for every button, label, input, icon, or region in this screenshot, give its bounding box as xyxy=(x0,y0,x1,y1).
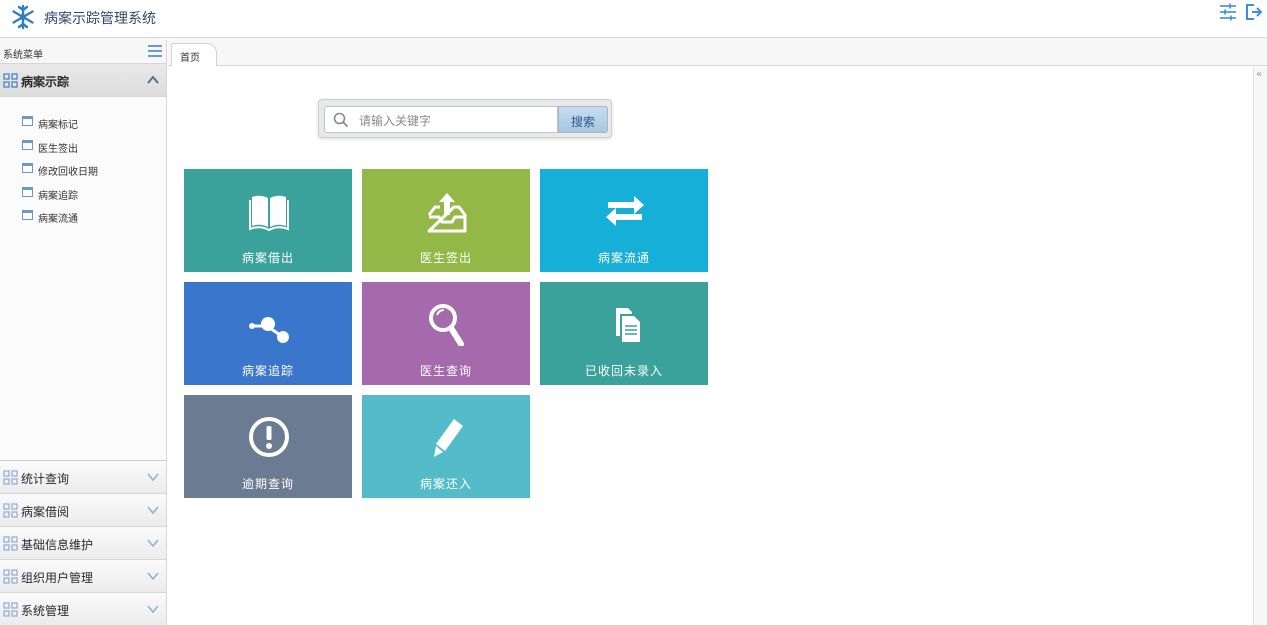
tile-overdue-query[interactable]: 逾期查询 xyxy=(184,395,352,498)
menu-group-org-users[interactable]: 组织用户管理 xyxy=(0,560,166,593)
search-button-label: 搜索 xyxy=(571,115,596,129)
nodes-icon xyxy=(249,317,289,343)
logout-icon[interactable] xyxy=(1244,2,1264,22)
window-icon xyxy=(22,163,33,173)
tile-label: 病案还入 xyxy=(419,477,472,491)
tile-label: 病案流通 xyxy=(597,251,650,265)
chevron-down-icon[interactable] xyxy=(146,536,160,550)
menu-group-basic-info[interactable]: 基础信息维护 xyxy=(0,527,166,560)
submenu-item-case-tracking[interactable]: 病案追踪 xyxy=(0,183,166,207)
search-placeholder: 请输入关键字 xyxy=(359,114,432,128)
sidebar-title: 系统菜单 xyxy=(3,50,43,61)
submenu-panel: 病案标记 医生签出 修改回收日期 病案追踪 病案流通 xyxy=(0,97,166,461)
menu-group-system[interactable]: 系统管理 xyxy=(0,593,166,625)
window-icon xyxy=(22,186,33,197)
magnifier-icon xyxy=(429,304,464,346)
double-chevron-left-icon[interactable]: « xyxy=(1256,69,1262,80)
tile-doctor-checkout[interactable]: 医生签出 xyxy=(362,169,530,272)
tile-case-circulation[interactable]: 病案流通 xyxy=(540,169,708,272)
menu-group-label: 组织用户管理 xyxy=(21,571,94,585)
documents-icon xyxy=(616,308,640,342)
upload-tray-icon xyxy=(427,193,467,233)
app-title: 病案示踪管理系统 xyxy=(44,11,156,27)
chevron-down-icon[interactable] xyxy=(146,569,160,583)
sidebar: 系统菜单 病案示踪 病案标记 医生签出 修改回收日期 病案追踪 病案流通 统计查… xyxy=(0,40,167,625)
search-input[interactable]: 请输入关键字 xyxy=(324,106,558,133)
hamburger-icon[interactable] xyxy=(148,45,162,57)
exclamation-icon xyxy=(249,417,289,457)
window-icon xyxy=(22,116,33,126)
chevron-down-icon[interactable] xyxy=(146,503,160,517)
menu-group-case-tracking[interactable]: 病案示踪 xyxy=(0,64,166,97)
tile-label: 病案借出 xyxy=(241,251,294,265)
search-button[interactable]: 搜索 xyxy=(558,106,608,133)
swap-arrows-icon xyxy=(606,196,644,226)
menu-group-label: 统计查询 xyxy=(21,472,70,486)
pencil-icon xyxy=(434,419,463,457)
submenu-item-doctor-checkout[interactable]: 医生签出 xyxy=(0,136,166,160)
grid-icon xyxy=(3,73,18,88)
sidebar-header: 系统菜单 xyxy=(0,40,166,64)
tile-case-return[interactable]: 病案还入 xyxy=(362,395,530,498)
tab-label: 首页 xyxy=(180,53,200,64)
tile-returned-unrecorded[interactable]: 已收回未录入 xyxy=(540,282,708,385)
submenu-item-case-mark[interactable]: 病案标记 xyxy=(0,112,166,136)
app-window: 病案示踪管理系统 系统菜单 病案示踪 病案标记 医生签出 修改回收日期 病案追踪… xyxy=(0,0,1267,625)
grid-icon xyxy=(3,536,18,551)
menu-group-statistics[interactable]: 统计查询 xyxy=(0,461,166,494)
submenu-item-case-circulation[interactable]: 病案流通 xyxy=(0,206,166,230)
menu-group-label: 系统管理 xyxy=(21,604,70,618)
search-box: 请输入关键字 搜索 xyxy=(318,99,612,138)
top-header: 病案示踪管理系统 xyxy=(0,0,1267,38)
tile-label: 已收回未录入 xyxy=(584,364,663,378)
chevron-up-icon[interactable] xyxy=(146,73,160,87)
snowflake-logo-icon xyxy=(12,4,34,30)
right-collapse-strip[interactable]: « xyxy=(1253,67,1267,625)
grid-icon xyxy=(3,503,18,518)
sliders-icon[interactable] xyxy=(1218,2,1238,22)
tile-label: 逾期查询 xyxy=(241,477,294,491)
tile-case-lend[interactable]: 病案借出 xyxy=(184,169,352,272)
chevron-down-icon[interactable] xyxy=(146,602,160,616)
window-icon xyxy=(22,210,33,220)
tile-label: 医生查询 xyxy=(419,364,472,378)
grid-icon xyxy=(3,470,18,485)
tab-bar: 首页 xyxy=(168,40,1267,66)
grid-icon xyxy=(3,569,18,584)
menu-group-label: 基础信息维护 xyxy=(21,538,94,552)
open-book-icon xyxy=(249,195,289,232)
tile-label: 病案追踪 xyxy=(241,364,294,378)
menu-group-label: 病案借阅 xyxy=(21,505,70,519)
tile-case-tracking[interactable]: 病案追踪 xyxy=(184,282,352,385)
search-icon xyxy=(333,112,349,128)
chevron-down-icon[interactable] xyxy=(146,470,160,484)
grid-icon xyxy=(3,602,18,617)
tile-label: 医生签出 xyxy=(419,251,472,265)
window-icon xyxy=(22,139,33,150)
submenu-item-edit-return-date[interactable]: 修改回收日期 xyxy=(0,159,166,183)
menu-group-case-borrow[interactable]: 病案借阅 xyxy=(0,494,166,527)
tile-doctor-query[interactable]: 医生查询 xyxy=(362,282,530,385)
tab-home[interactable]: 首页 xyxy=(171,43,217,66)
menu-group-label: 病案示踪 xyxy=(21,75,70,89)
